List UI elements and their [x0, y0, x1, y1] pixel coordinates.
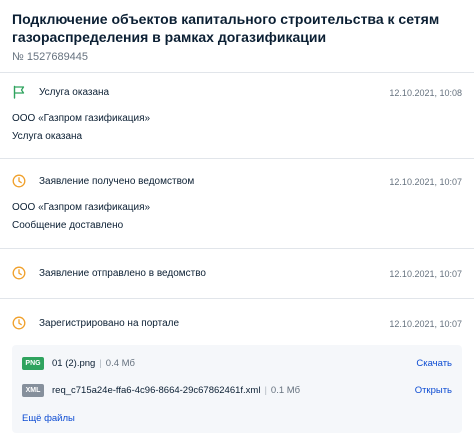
- flag-icon: [13, 85, 25, 99]
- event-status-text: Сообщение доставлено: [12, 220, 124, 231]
- clock-icon: [12, 266, 26, 280]
- divider: [0, 298, 474, 299]
- event-organization: ООО «Газпром газификация»: [12, 113, 151, 124]
- file-name: req_c715a24e-ffa6-4c96-8664-29c67862461f…: [52, 385, 261, 396]
- event-title: Услуга оказана: [39, 87, 110, 98]
- file-separator: |: [264, 385, 267, 396]
- event-date: 12.10.2021, 10:07: [389, 269, 462, 279]
- clock-icon: [12, 174, 26, 188]
- divider: [0, 72, 474, 73]
- file-name: 01 (2).png: [52, 358, 96, 369]
- file-type-badge: PNG: [22, 357, 44, 370]
- file-info: 01 (2).png | 0.4 Мб: [52, 357, 135, 371]
- file-separator: |: [99, 358, 102, 369]
- application-number: № 1527689445: [12, 51, 89, 63]
- file-info: req_c715a24e-ffa6-4c96-8664-29c67862461f…: [52, 384, 300, 398]
- open-link[interactable]: Открыть: [415, 384, 452, 398]
- attached-files-panel: PNG 01 (2).png | 0.4 Мб Скачать XML req_c7…: [12, 345, 462, 433]
- event-title: Зарегистрировано на портале: [39, 318, 180, 329]
- event-date: 12.10.2021, 10:08: [389, 88, 462, 98]
- file-row: XML req_c715a24e-ffa6-4c96-8664-29c67862…: [22, 382, 452, 400]
- event-title: Заявление получено ведомством: [39, 176, 195, 187]
- file-size: 0.1 Мб: [270, 385, 301, 396]
- service-header: Подключение объектов капитального строит…: [12, 10, 464, 64]
- event-date: 12.10.2021, 10:07: [389, 177, 462, 187]
- divider: [0, 248, 474, 249]
- file-row: PNG 01 (2).png | 0.4 Мб Скачать: [22, 355, 452, 373]
- event-date: 12.10.2021, 10:07: [389, 319, 462, 329]
- event-status-text: Услуга оказана: [12, 131, 83, 142]
- clock-icon: [12, 316, 26, 330]
- file-type-badge: XML: [22, 384, 44, 397]
- event-title: Заявление отправлено в ведомство: [39, 268, 206, 279]
- download-link[interactable]: Скачать: [416, 357, 452, 371]
- divider: [0, 158, 474, 159]
- page-title: Подключение объектов капитального строит…: [12, 11, 440, 45]
- file-size: 0.4 Мб: [105, 358, 135, 369]
- more-files-link[interactable]: Ещё файлы: [22, 412, 75, 426]
- event-organization: ООО «Газпром газификация»: [12, 202, 151, 213]
